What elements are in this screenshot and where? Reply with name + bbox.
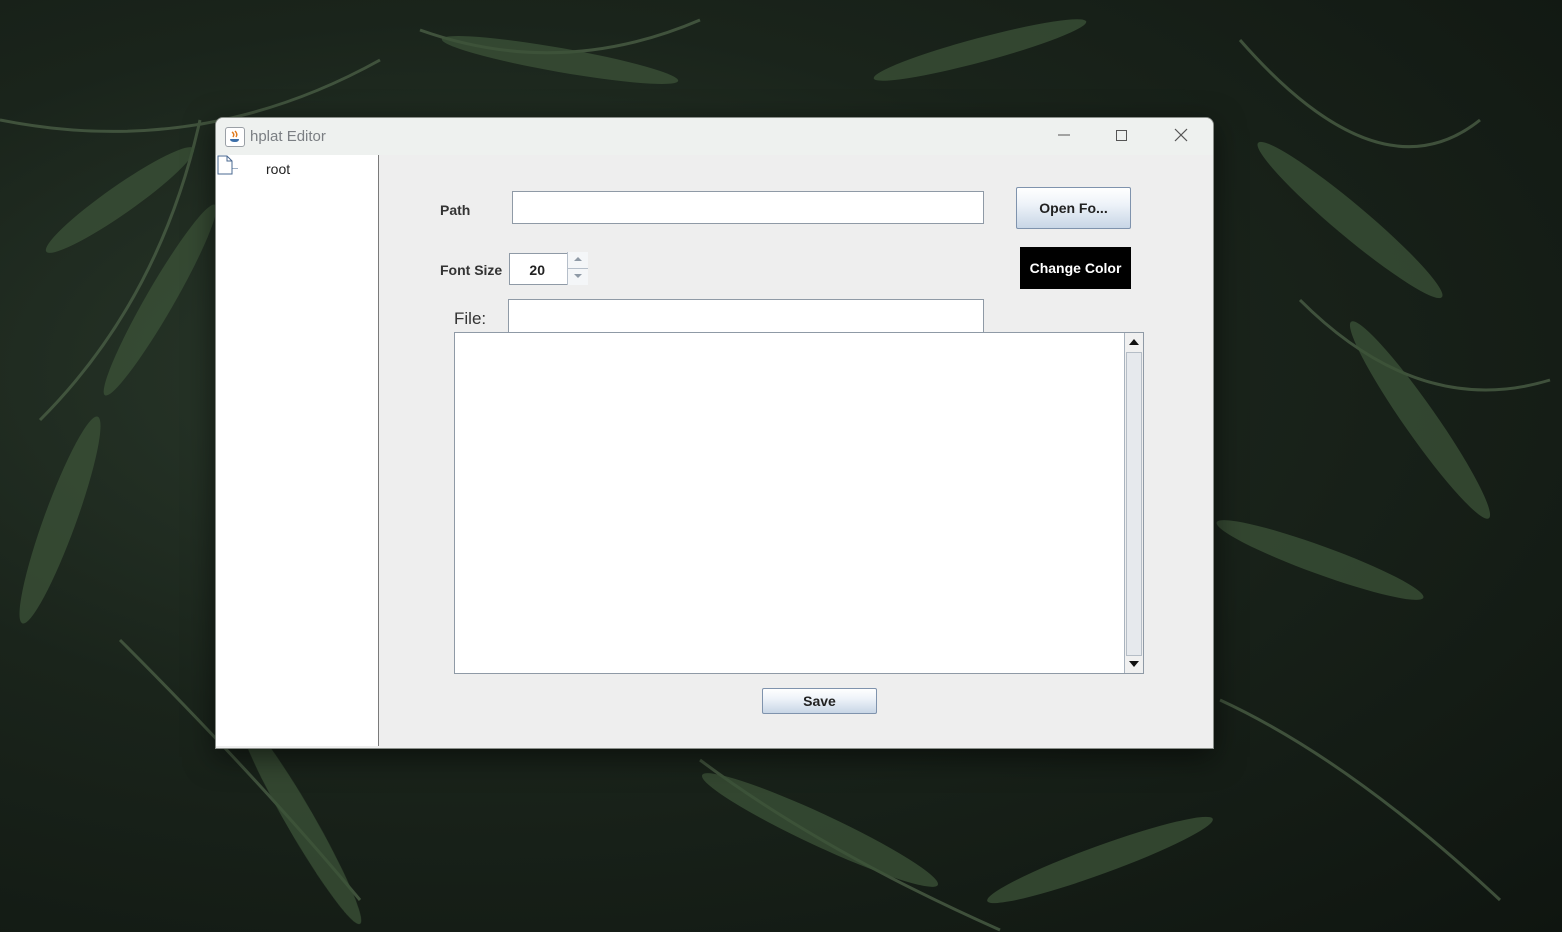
tree-node-root[interactable]: root: [266, 161, 290, 177]
scroll-up-button[interactable]: [1125, 333, 1143, 351]
desktop-background: hplat Editor root Path Open Fo... Font S…: [0, 0, 1562, 932]
minimize-button[interactable]: [1036, 118, 1094, 155]
font-size-label: Font Size: [440, 262, 503, 278]
window-title: hplat Editor: [250, 128, 326, 145]
java-app-icon: [225, 127, 245, 147]
close-icon: [1174, 128, 1188, 142]
scroll-up-icon: [1129, 339, 1139, 345]
file-icon: [217, 155, 233, 175]
change-color-button[interactable]: Change Color: [1020, 247, 1131, 289]
open-folder-button[interactable]: Open Fo...: [1016, 187, 1131, 229]
minimize-icon: [1058, 134, 1070, 136]
scroll-down-button[interactable]: [1125, 655, 1143, 673]
file-label: File:: [454, 309, 487, 328]
font-size-value[interactable]: 20: [529, 262, 545, 278]
app-window: hplat Editor root Path Open Fo... Font S…: [215, 117, 1214, 749]
editor-content[interactable]: [459, 337, 1119, 669]
path-label: Path: [440, 202, 471, 218]
close-button[interactable]: [1153, 118, 1211, 155]
maximize-button[interactable]: [1094, 118, 1152, 155]
vertical-scrollbar[interactable]: [1124, 333, 1143, 673]
path-input[interactable]: [512, 191, 984, 224]
spinner-up-button[interactable]: [568, 252, 588, 267]
arrow-down-icon: [574, 274, 582, 278]
scroll-down-icon: [1129, 661, 1139, 667]
spinner-arrows: [567, 252, 588, 285]
maximize-icon: [1116, 130, 1127, 141]
text-editor-area[interactable]: [454, 332, 1144, 674]
spinner-down-button[interactable]: [568, 268, 588, 284]
title-bar[interactable]: hplat Editor: [216, 118, 1213, 155]
file-tree[interactable]: root: [216, 155, 379, 746]
arrow-up-icon: [574, 257, 582, 261]
scroll-thumb[interactable]: [1126, 352, 1142, 656]
file-name-input[interactable]: [508, 299, 984, 333]
save-button[interactable]: Save: [762, 688, 877, 714]
font-size-spinner[interactable]: 20: [509, 253, 568, 285]
